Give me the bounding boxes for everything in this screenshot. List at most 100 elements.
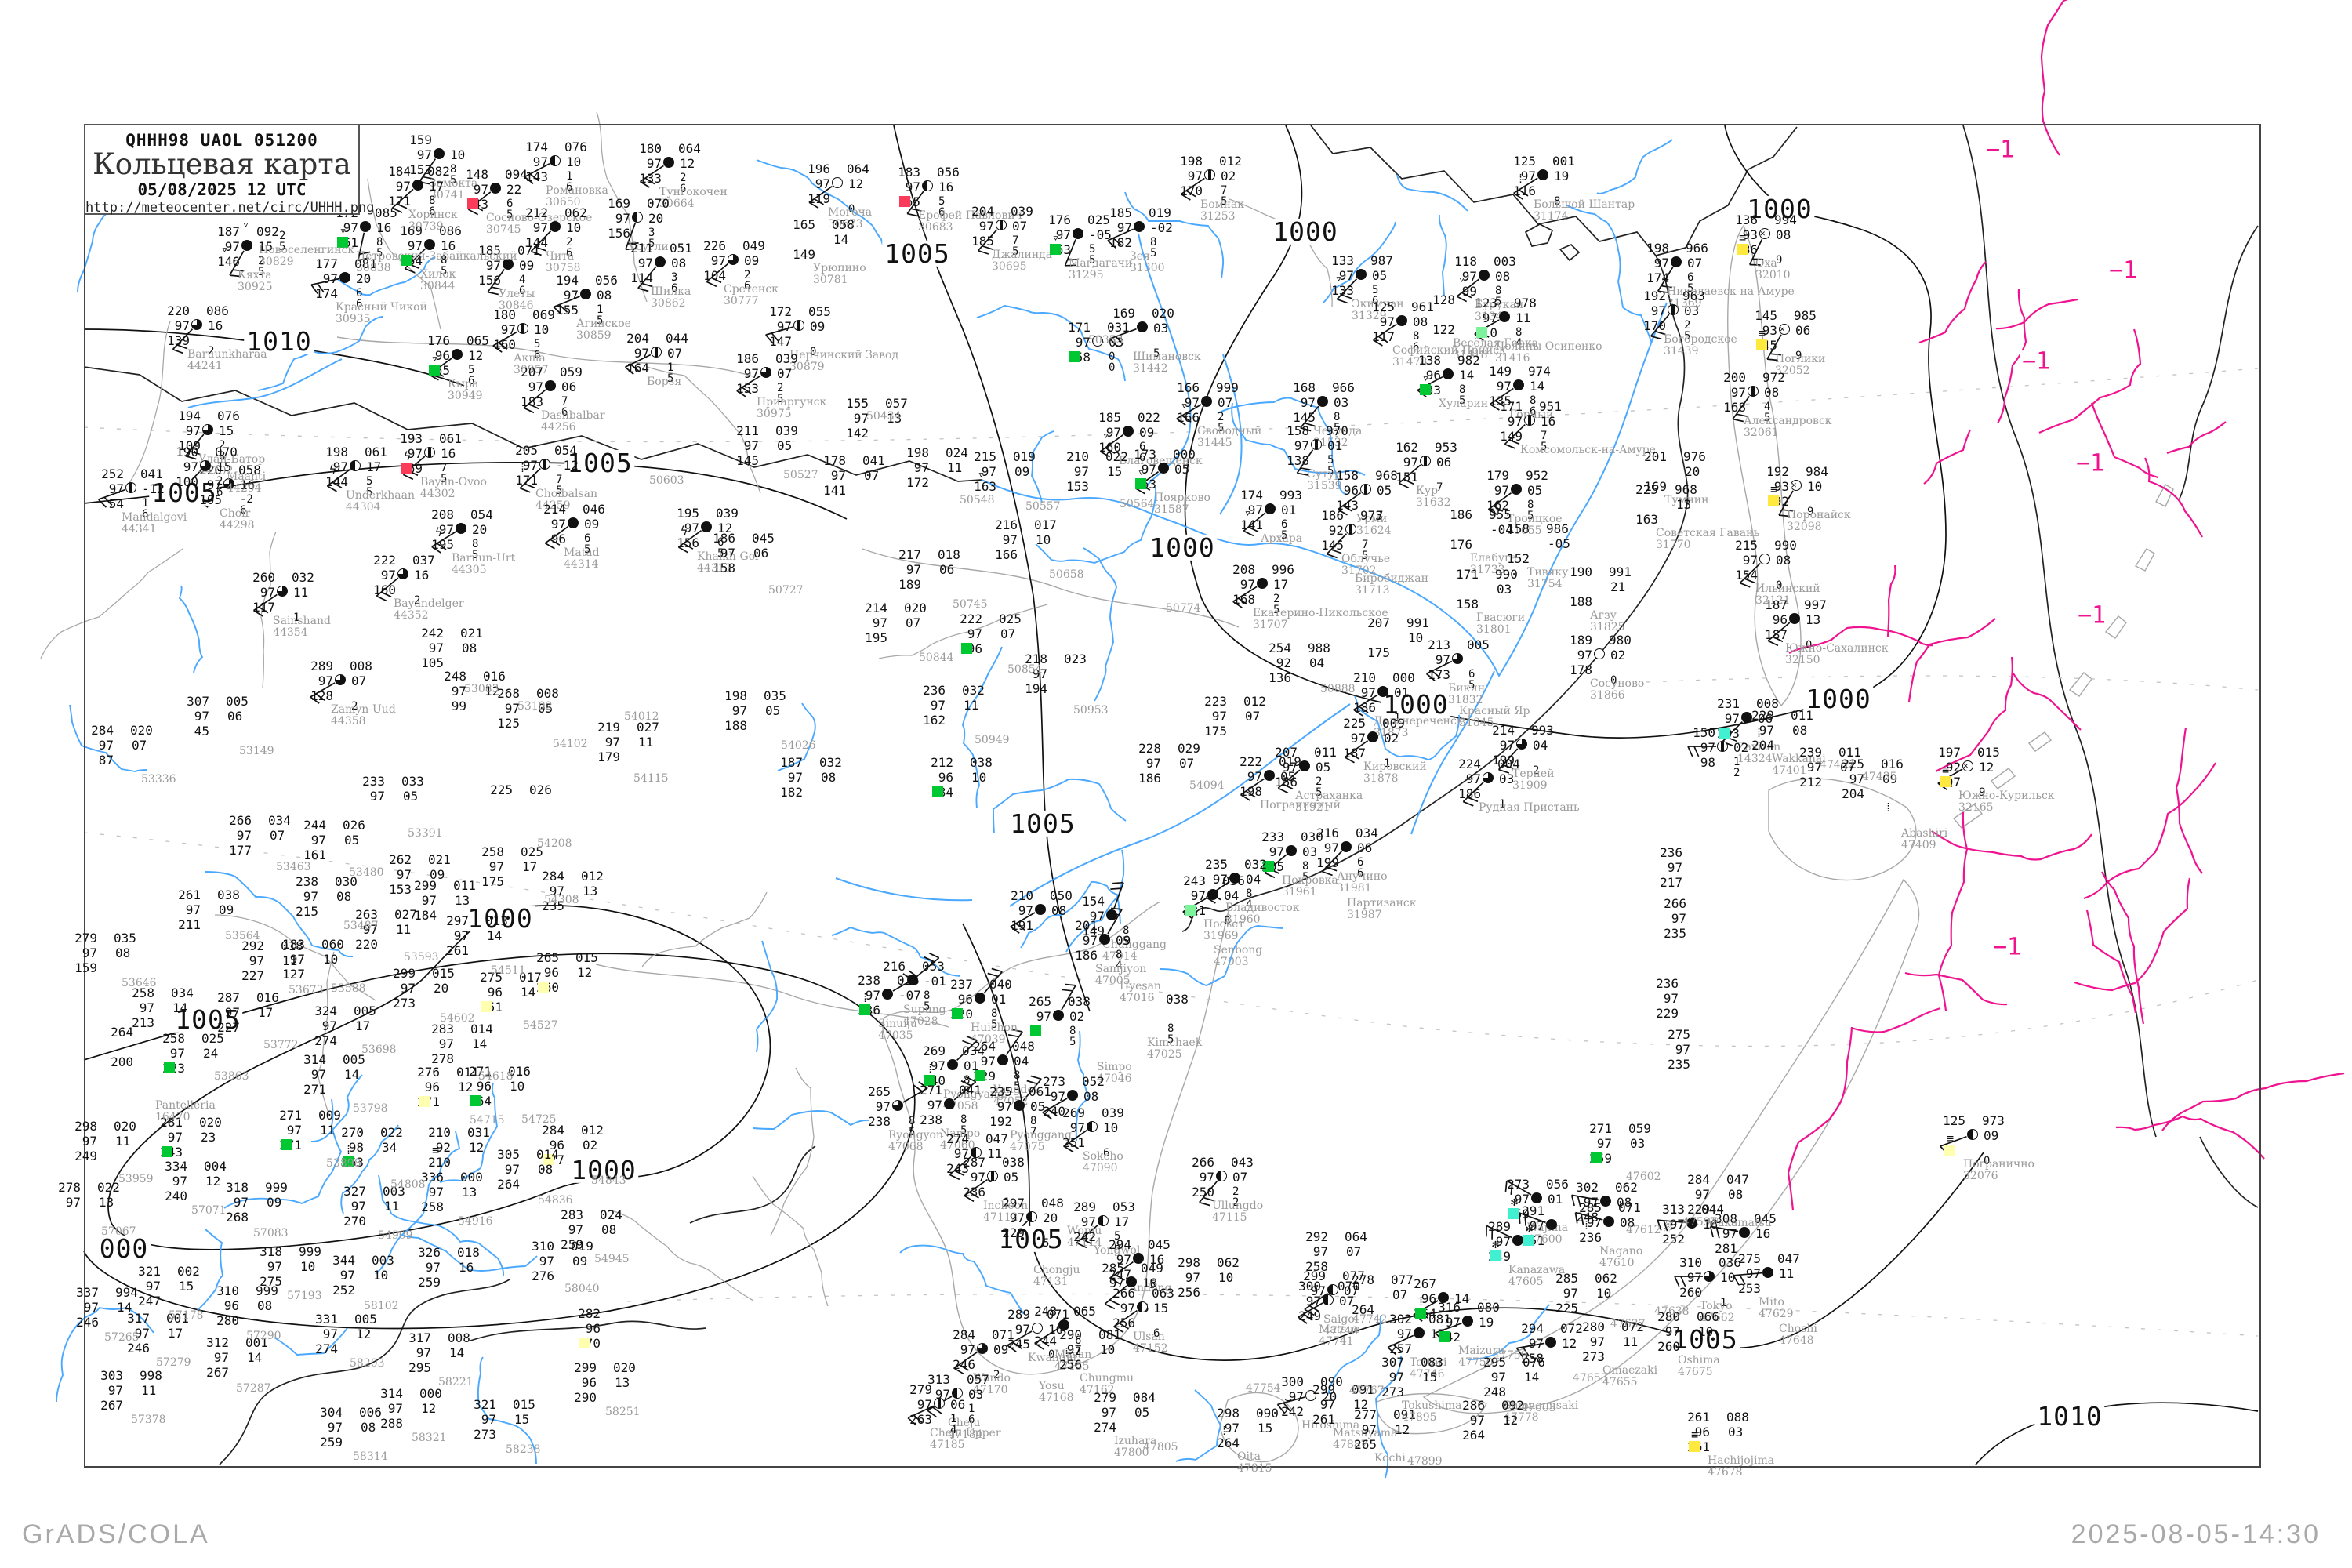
dewpoint: 171 bbox=[515, 473, 538, 488]
cloud-amount: 7 bbox=[561, 395, 568, 408]
pressure: 003 bbox=[372, 1253, 394, 1268]
cloud-amount: 6 bbox=[1687, 271, 1694, 284]
dewpoint: 146 bbox=[217, 254, 240, 269]
dewpoint: 186 bbox=[1075, 948, 1098, 963]
pressure-tendency: 12 bbox=[356, 1327, 372, 1341]
dewpoint: 173 bbox=[1428, 667, 1450, 682]
cloud-cover-circle bbox=[1513, 379, 1524, 390]
cloud-cover-circle bbox=[397, 568, 408, 579]
dewpoint: 160 bbox=[493, 337, 516, 352]
dewpoint: 175 bbox=[1204, 724, 1227, 739]
station-name: Посьет bbox=[1203, 918, 1245, 931]
cloud-cover-circle bbox=[947, 1059, 958, 1070]
pressure-tendency: 06 bbox=[1795, 323, 1811, 338]
pressure-tendency: 05 bbox=[403, 789, 419, 804]
station-id: 44294 bbox=[227, 482, 262, 495]
temperature: 289 bbox=[310, 659, 333, 673]
pressure-tendency: 06 bbox=[561, 379, 577, 394]
humidity: 97 bbox=[400, 981, 416, 996]
cloud-amount: 1 bbox=[597, 303, 604, 316]
humidity: 97 bbox=[407, 238, 423, 253]
station-id: 31624 bbox=[1356, 524, 1392, 537]
pressure: 056 bbox=[1546, 1177, 1569, 1192]
dewpoint: 188 bbox=[724, 718, 747, 733]
humidity: 97 bbox=[970, 1170, 985, 1185]
pressure: 081 bbox=[1098, 1327, 1121, 1342]
pressure-tendency: 16 bbox=[376, 220, 392, 235]
temperature: 198 bbox=[1646, 241, 1669, 256]
cloud-cover-circle bbox=[1483, 772, 1494, 783]
temperature: 236 bbox=[1660, 845, 1682, 860]
pressure-tendency: 10 bbox=[534, 322, 550, 337]
pressure-tendency: 08 bbox=[115, 946, 131, 960]
precip-marker bbox=[952, 1008, 963, 1019]
pressure-tendency: 11 bbox=[947, 460, 963, 475]
cloud-cover-circle bbox=[997, 1054, 1008, 1065]
pressure-tendency: -01 bbox=[924, 974, 946, 989]
dewpoint: 164 bbox=[626, 361, 649, 376]
temperature: 185 bbox=[1109, 205, 1132, 220]
pressure: 043 bbox=[1231, 1155, 1254, 1170]
pressure: 026 bbox=[529, 782, 552, 797]
pressure-tendency: 04 bbox=[1224, 888, 1240, 903]
temperature: 211 bbox=[630, 241, 653, 256]
humidity: 97 bbox=[532, 154, 548, 169]
station-name: Ильинский bbox=[1755, 583, 1820, 595]
cloud-amount: 2 bbox=[1684, 319, 1691, 332]
isobar-label: 1000 bbox=[1381, 691, 1451, 717]
station-name: Sinuiju bbox=[878, 1018, 917, 1030]
pressure-tendency: 17 bbox=[429, 179, 445, 194]
pressure: 012 bbox=[1219, 154, 1242, 169]
station-name: Тивяку bbox=[1527, 566, 1569, 579]
station-id: 57287 bbox=[236, 1382, 271, 1395]
dewpoint: 179 bbox=[597, 750, 620, 764]
temperature: 304 bbox=[320, 1405, 343, 1420]
pressure-tendency: 16 bbox=[938, 180, 954, 194]
pressure: 063 bbox=[1152, 1286, 1174, 1301]
precip-marker bbox=[429, 365, 440, 376]
station-name: Abashiri bbox=[1901, 827, 1948, 840]
temperature: 214 bbox=[865, 601, 887, 615]
pressure: 005 bbox=[354, 1004, 376, 1018]
temperature: 284 bbox=[1687, 1172, 1710, 1187]
pressure-tendency: 09 bbox=[219, 902, 234, 917]
station-id: 53463 bbox=[276, 861, 311, 873]
pressure-tendency: 14 bbox=[1530, 379, 1545, 394]
pressure: 017 bbox=[1034, 517, 1057, 532]
pressure-tendency: 10 bbox=[1218, 1270, 1234, 1285]
pressure-tendency: 16 bbox=[1755, 1226, 1771, 1241]
pressure: 041 bbox=[140, 466, 163, 481]
pressure: 966 bbox=[1332, 380, 1355, 395]
dewpoint: 128 bbox=[310, 688, 333, 703]
station-name: Джалинда bbox=[992, 249, 1053, 261]
station-name: Поярково bbox=[1154, 492, 1210, 504]
pressure-tendency: 07 bbox=[132, 738, 147, 753]
cloud-cover-circle bbox=[1137, 1301, 1148, 1312]
cloud-cover-circle bbox=[452, 349, 463, 360]
precip-marker bbox=[1069, 351, 1080, 362]
humidity: 97 bbox=[633, 346, 649, 361]
cloud-amount: 8 bbox=[1302, 860, 1309, 873]
cloud-amount: 7 bbox=[1541, 430, 1548, 442]
isobar-label: 000 bbox=[96, 1235, 151, 1261]
station-name: Baruunkharaa bbox=[187, 348, 267, 361]
pressure: 996 bbox=[1272, 562, 1294, 577]
pressure-tendency: 03 bbox=[1302, 844, 1318, 859]
weather-symbol: ▿ bbox=[977, 467, 985, 481]
pressure: 020 bbox=[613, 1360, 636, 1375]
dewpoint: 195 bbox=[431, 537, 454, 552]
pressure-tendency: 08 bbox=[1051, 903, 1067, 918]
station-id: 57378 bbox=[131, 1414, 166, 1426]
humidity: 97 bbox=[169, 1046, 185, 1061]
temperature: 171 bbox=[1068, 320, 1091, 335]
pressure: 070 bbox=[215, 445, 238, 459]
weather-symbol: ▿ bbox=[241, 217, 249, 231]
station-name: Романовка bbox=[546, 184, 608, 197]
station-name: Bayandelger bbox=[394, 597, 464, 610]
station-id: 53391 bbox=[408, 827, 443, 840]
dewpoint: 152 bbox=[1507, 551, 1530, 566]
pressure: 000 bbox=[1173, 447, 1196, 462]
pressure-tendency: 10 bbox=[971, 770, 987, 785]
temperature: 265 bbox=[868, 1084, 891, 1099]
humidity: 97 bbox=[174, 318, 190, 333]
